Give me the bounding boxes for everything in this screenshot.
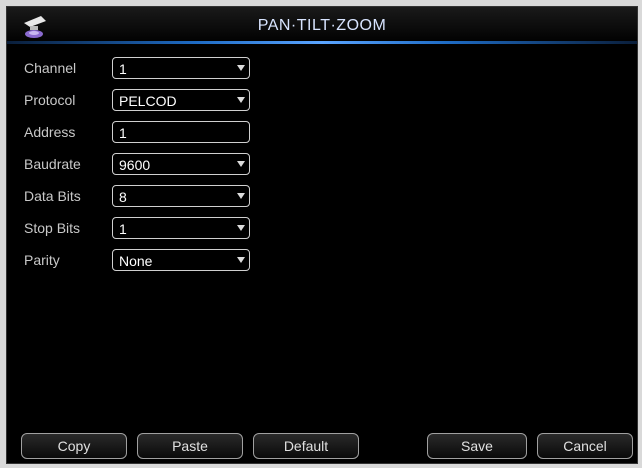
cancel-button[interactable]: Cancel (537, 433, 633, 459)
chevron-down-icon (237, 193, 245, 199)
protocol-label: Protocol (24, 92, 76, 108)
page-title: PAN·TILT·ZOOM (257, 17, 387, 34)
baudrate-label: Baudrate (24, 156, 81, 172)
chevron-down-icon (237, 97, 245, 103)
protocol-value: PELCOD (119, 93, 177, 109)
channel-value: 1 (119, 61, 127, 77)
data-bits-value: 8 (119, 189, 127, 205)
paste-button[interactable]: Paste (137, 433, 243, 459)
chevron-down-icon (237, 161, 245, 167)
chevron-down-icon (237, 257, 245, 263)
address-value: 1 (119, 125, 127, 141)
chevron-down-icon (237, 225, 245, 231)
save-button[interactable]: Save (427, 433, 527, 459)
stop-bits-value: 1 (119, 221, 127, 237)
stop-bits-label: Stop Bits (24, 220, 81, 236)
ptz-settings-window: PAN·TILT·ZOOM Channel 1 Protocol PELCOD … (6, 6, 638, 464)
address-input[interactable]: 1 (112, 121, 250, 143)
title-accent-line (7, 41, 637, 44)
channel-label: Channel (24, 60, 77, 76)
address-label: Address (24, 124, 76, 140)
baudrate-select[interactable]: 9600 (112, 153, 250, 175)
copy-button[interactable]: Copy (21, 433, 127, 459)
parity-value: None (119, 253, 153, 269)
data-bits-label: Data Bits (24, 188, 81, 204)
default-button[interactable]: Default (253, 433, 359, 459)
stop-bits-select[interactable]: 1 (112, 217, 250, 239)
parity-label: Parity (24, 252, 60, 268)
channel-select[interactable]: 1 (112, 57, 250, 79)
data-bits-select[interactable]: 8 (112, 185, 250, 207)
title-bar: PAN·TILT·ZOOM (7, 7, 637, 44)
protocol-select[interactable]: PELCOD (112, 89, 250, 111)
chevron-down-icon (237, 65, 245, 71)
baudrate-value: 9600 (119, 157, 151, 173)
parity-select[interactable]: None (112, 249, 250, 271)
